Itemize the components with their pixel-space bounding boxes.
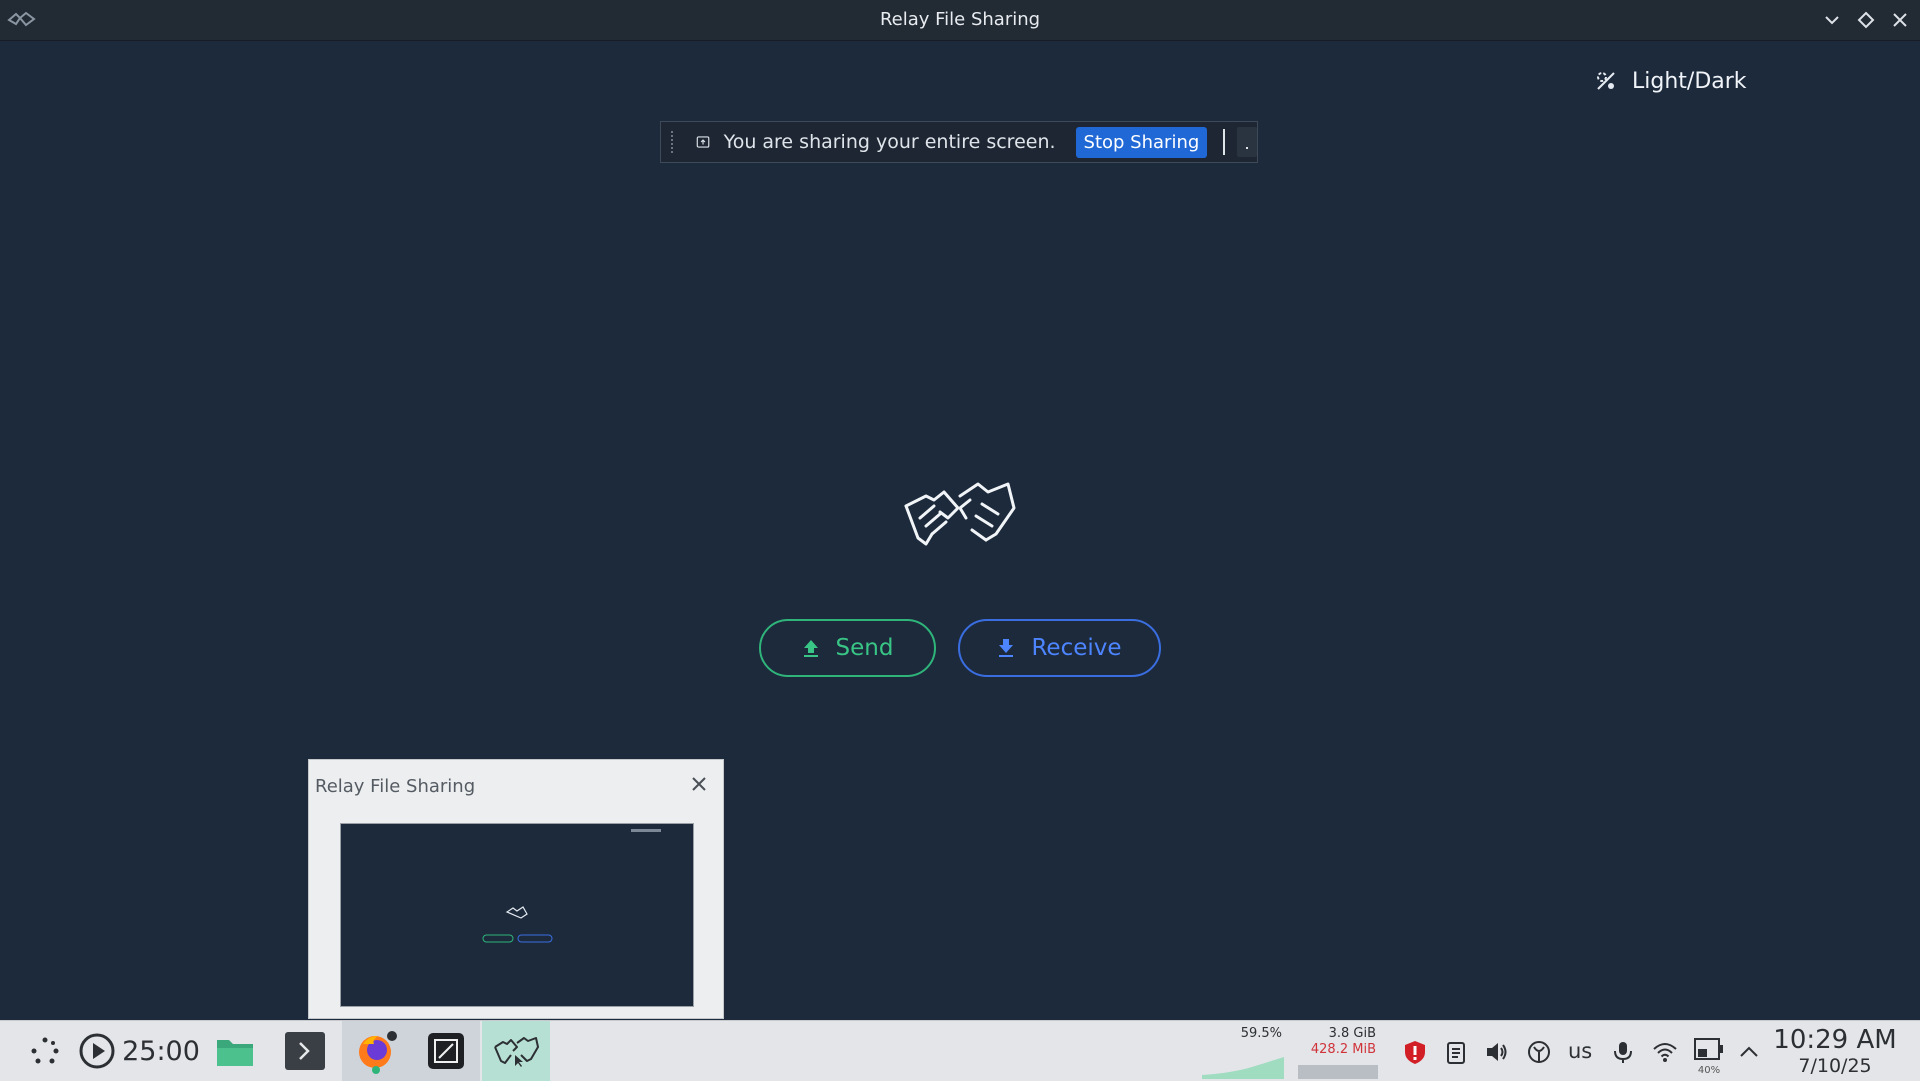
upload-icon [803, 640, 818, 657]
clock-time: 10:29 AM [1773, 1025, 1897, 1055]
keyboard-layout-indicator[interactable]: us [1568, 1039, 1592, 1063]
preview-title: Relay File Sharing [315, 776, 476, 797]
chevron-up-icon[interactable] [1736, 1039, 1762, 1065]
memory-total: 3.8 GiB [1328, 1026, 1376, 1041]
handshake-icon [904, 482, 1016, 546]
minimize-banner-button[interactable] [1236, 127, 1257, 157]
battery-indicator[interactable]: 40% [1694, 1037, 1724, 1077]
share-message: You are sharing your entire screen. [723, 131, 1056, 153]
app-launcher-button[interactable] [20, 1021, 70, 1081]
terminal-button[interactable] [280, 1021, 330, 1081]
cpu-percent: 59.5% [1240, 1026, 1282, 1041]
chevron-down-icon[interactable] [1822, 10, 1842, 30]
theme-toggle-icon [1597, 72, 1615, 90]
send-label: Send [835, 635, 894, 661]
diamond-icon[interactable] [1856, 10, 1876, 30]
share-screen-icon [696, 136, 709, 148]
divider [1223, 129, 1225, 155]
microphone-icon[interactable] [1610, 1039, 1636, 1065]
vpn-icon[interactable] [1526, 1039, 1552, 1065]
firefox-button[interactable] [342, 1021, 412, 1081]
security-shield-icon[interactable] [1402, 1039, 1428, 1065]
receive-button[interactable]: Receive [958, 619, 1161, 677]
receive-label: Receive [1031, 635, 1122, 661]
file-manager-icon [217, 1040, 253, 1066]
memory-used: 428.2 MiB [1310, 1042, 1376, 1057]
taskbar-window-preview[interactable]: Relay File Sharing [308, 759, 724, 1019]
memory-monitor[interactable]: 3.8 GiB 428.2 MiB [1294, 1026, 1376, 1058]
timer-value: 25:00 [122, 1035, 200, 1067]
taskbar: 25:00 59.5% 3.8 GiB 428.2 MiB us 40% 10:… [0, 1020, 1920, 1081]
theme-toggle-button[interactable]: Light/Dark [1594, 64, 1747, 98]
zed-editor-icon [428, 1033, 464, 1069]
timer-icon [79, 1033, 115, 1069]
drag-handle[interactable] [671, 131, 676, 153]
battery-icon [1694, 1038, 1723, 1060]
window-titlebar: Relay File Sharing [0, 0, 1920, 41]
volume-icon[interactable] [1484, 1039, 1510, 1065]
relay-button[interactable] [482, 1021, 550, 1081]
timer-widget[interactable]: 25:00 [78, 1021, 200, 1081]
zed-editor-button[interactable] [412, 1021, 480, 1081]
memory-graph [1298, 1065, 1378, 1079]
clock-date: 7/10/25 [1798, 1055, 1872, 1077]
close-icon[interactable] [689, 774, 709, 794]
download-icon [999, 639, 1014, 657]
stop-sharing-button[interactable]: Stop Sharing [1075, 126, 1208, 158]
app-launcher-icon [31, 1037, 59, 1064]
theme-toggle-label: Light/Dark [1632, 68, 1747, 94]
clipboard-icon[interactable] [1443, 1039, 1469, 1065]
window-title: Relay File Sharing [879, 9, 1041, 30]
battery-percent: 40% [1697, 1065, 1721, 1076]
send-button[interactable]: Send [759, 619, 936, 677]
firefox-icon [359, 1031, 397, 1074]
relay-icon [494, 1037, 539, 1067]
preview-thumbnail[interactable] [340, 823, 694, 1007]
cpu-monitor[interactable]: 59.5% [1200, 1026, 1282, 1042]
preview-screen-image [482, 829, 661, 943]
close-icon[interactable] [1890, 10, 1910, 30]
clock[interactable]: 10:29 AM 7/10/25 [1760, 1025, 1910, 1077]
file-manager-button[interactable] [210, 1021, 260, 1081]
screen-share-banner: You are sharing your entire screen. Stop… [660, 121, 1258, 163]
cpu-graph [1202, 1057, 1284, 1079]
terminal-icon [285, 1032, 325, 1070]
wifi-icon[interactable] [1652, 1039, 1678, 1065]
